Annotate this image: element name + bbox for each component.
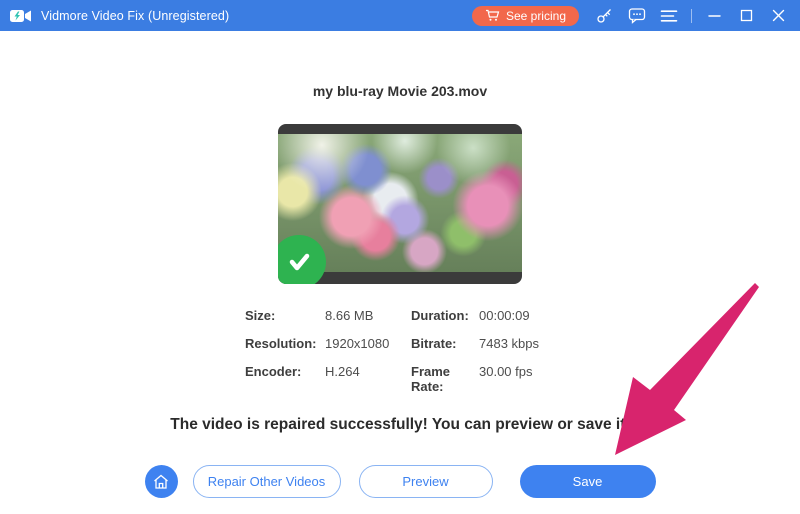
window-title: Vidmore Video Fix (Unregistered) — [41, 8, 230, 23]
preview-button[interactable]: Preview — [358, 465, 493, 498]
titlebar-divider — [691, 8, 692, 23]
see-pricing-label: See pricing — [505, 8, 566, 23]
meta-value: 1920x1080 — [325, 336, 390, 351]
save-button[interactable]: Save — [519, 465, 656, 498]
menu-hamburger-icon[interactable] — [659, 6, 678, 25]
success-message: The video is repaired successfully! You … — [170, 416, 630, 433]
meta-label: Encoder: — [245, 364, 302, 379]
meta-label: Duration: — [411, 308, 469, 323]
check-icon — [289, 253, 310, 271]
feedback-chat-bubble-icon[interactable] — [627, 6, 646, 25]
title-bar: Vidmore Video Fix (Unregistered) See pri… — [0, 0, 800, 31]
meta-value: 7483 kbps — [479, 336, 539, 351]
maximize-button[interactable] — [737, 6, 756, 25]
register-key-icon[interactable] — [595, 6, 614, 25]
meta-label: Resolution: — [245, 336, 317, 351]
meta-label: Size: — [245, 308, 276, 323]
titlebar-actions: See pricing — [471, 5, 788, 26]
main-panel: my blu-ray Movie 203.mov Size: 8.66 MB D… — [0, 83, 800, 498]
app-camcorder-icon — [10, 8, 32, 24]
video-filename: my blu-ray Movie 203.mov — [312, 83, 488, 99]
see-pricing-button[interactable]: See pricing — [471, 5, 579, 26]
home-icon — [154, 474, 168, 489]
meta-label: Bitrate: — [411, 336, 457, 351]
home-button[interactable] — [144, 465, 178, 498]
meta-value: 00:00:09 — [479, 308, 530, 323]
video-metadata: Size: 8.66 MB Duration: 00:00:09 Resolut… — [245, 308, 555, 394]
meta-label: Frame Rate: — [411, 364, 451, 394]
cart-icon — [485, 9, 500, 22]
video-thumbnail — [278, 124, 522, 284]
meta-value: 8.66 MB — [325, 308, 374, 323]
meta-value: H.264 — [325, 364, 360, 379]
meta-value: 30.00 fps — [479, 364, 533, 379]
minimize-button[interactable] — [705, 6, 724, 25]
repair-other-videos-button[interactable]: Repair Other Videos — [192, 465, 341, 498]
close-button[interactable] — [769, 6, 788, 25]
action-button-row: Repair Other Videos Preview Save — [0, 465, 800, 498]
